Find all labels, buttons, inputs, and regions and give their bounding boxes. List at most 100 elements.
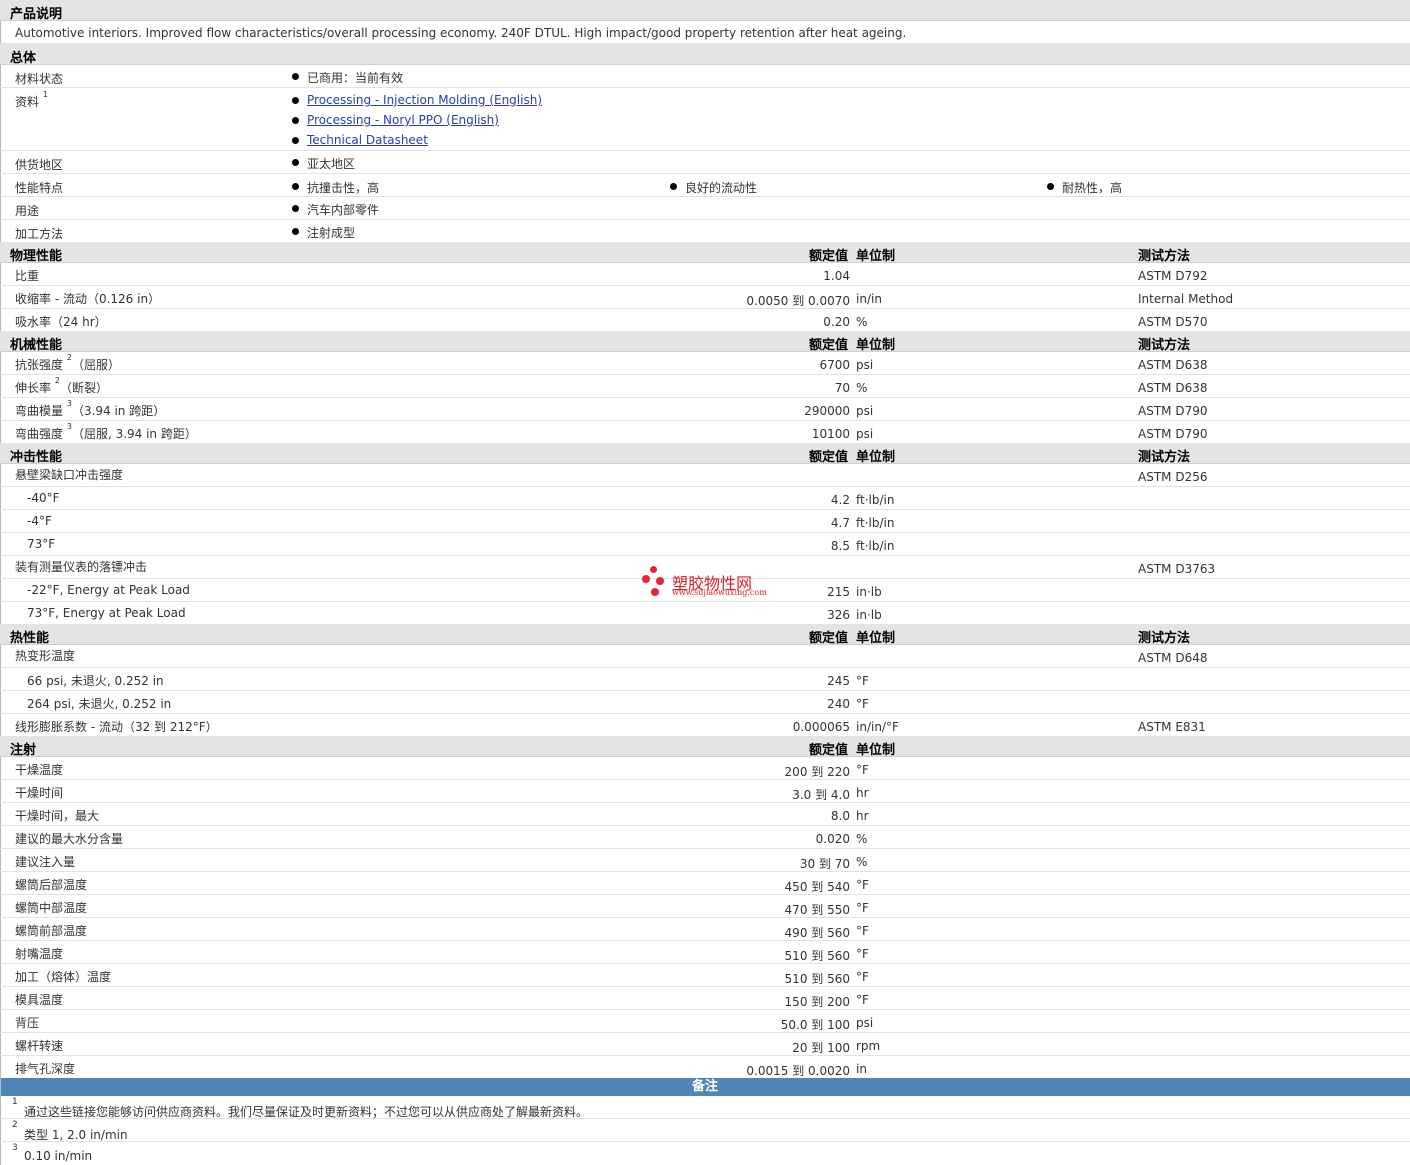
row-unit: in·lb [856, 585, 882, 599]
table-row: -40°F 4.2 ft·lb/in [0, 487, 1410, 510]
description-text: Automotive interiors. Improved flow char… [15, 26, 907, 40]
row-label: 建议注入量 [15, 855, 76, 869]
table-row: 干燥时间，最大 8.0 hr [0, 803, 1410, 826]
row-label: 建议的最大水分含量 [15, 832, 124, 846]
header-value: 额定值 [808, 338, 848, 353]
section-title: 冲击性能 [10, 450, 63, 465]
table-row: -4°F 4.7 ft·lb/in [0, 510, 1410, 533]
row-label: 73°F, Energy at Peak Load [27, 606, 186, 620]
table-row: 背压 50.0 到 100 psi [0, 1010, 1410, 1033]
row-value: 0.020 [815, 832, 850, 846]
general-row-uses: 用途 汽车内部零件 [0, 197, 1410, 220]
row-unit: ft·lb/in [856, 516, 895, 530]
table-row: 排气孔深度 0.0015 到 0.0020 in [0, 1056, 1410, 1078]
row-unit: psi [856, 427, 874, 441]
bullet-text: 耐热性，高 [1062, 181, 1123, 195]
header-unit: 单位制 [856, 743, 896, 758]
row-label: 66 psi, 未退火, 0.252 in [27, 674, 164, 688]
table-row: 264 psi, 未退火, 0.252 in 240 °F [0, 691, 1410, 714]
row-unit: hr [856, 786, 869, 800]
row-label: 螺杆转速 [15, 1039, 64, 1053]
row-unit: °F [856, 878, 869, 892]
logo-dot [656, 577, 664, 585]
row-unit: °F [856, 993, 869, 1007]
logo-dot [642, 575, 650, 583]
table-row: 弯曲模量 3（3.94 in 跨距） 290000 psi ASTM D790 [0, 398, 1410, 421]
note-text: 通过这些链接您能够访问供应商资料。我们尽量保证及时更新资料；不过您可以从供应商处… [24, 1105, 589, 1119]
bullet-text: 已商用：当前有效 [307, 71, 404, 85]
row-label: 螺筒前部温度 [15, 924, 88, 938]
row-value: 50.0 到 100 [780, 1018, 850, 1032]
row-label: 加工方法 [15, 227, 64, 241]
row-value: 4.2 [830, 493, 850, 507]
header-value: 额定值 [808, 631, 848, 646]
row-unit: in/in/°F [856, 720, 899, 734]
section-title: 注射 [10, 743, 37, 758]
datasheet-page: 产品说明 Automotive interiors. Improved flow… [0, 0, 1410, 1165]
row-label: -4°F [27, 514, 52, 528]
table-row: 73°F, Energy at Peak Load 326 in·lb [0, 602, 1410, 624]
row-label: 线形膨胀系数 - 流动（32 到 212°F） [15, 720, 218, 734]
row-label: 装有测量仪表的落镖冲击 [15, 560, 148, 574]
row-unit: hr [856, 809, 869, 823]
section-header-general: 总体 [0, 44, 1410, 66]
row-unit: ft·lb/in [856, 493, 895, 507]
table-row: 弯曲强度 3（屈服, 3.94 in 跨距） 10100 psi ASTM D7… [0, 421, 1410, 443]
section-title: 物理性能 [10, 249, 63, 264]
general-row-availability: 供货地区 亚太地区 [0, 151, 1410, 174]
row-label: 伸长率 2（断裂） [15, 376, 108, 395]
row-method: Internal Method [1138, 292, 1234, 306]
header-method: 测试方法 [1138, 249, 1191, 264]
bullet-icon [292, 117, 299, 124]
row-value: 326 [827, 608, 850, 622]
note-item: 3 0.10 in/min [0, 1142, 1410, 1164]
bullet-icon [292, 97, 299, 104]
row-value: 8.5 [830, 539, 850, 553]
row-unit: % [856, 381, 868, 395]
table-row: 螺筒中部温度 470 到 550 °F [0, 895, 1410, 918]
row-value: 4.7 [830, 516, 850, 530]
row-unit: in·lb [856, 608, 882, 622]
row-label: 干燥温度 [15, 763, 64, 777]
note-item: 2 类型 1, 2.0 in/min [0, 1119, 1410, 1142]
row-label: 73°F [27, 537, 56, 551]
row-label: 抗张强度 2（屈服） [15, 353, 120, 372]
table-row: 线形膨胀系数 - 流动（32 到 212°F） 0.000065 in/in/°… [0, 714, 1410, 736]
row-unit: rpm [856, 1039, 881, 1053]
section-header-mechanical: 机械性能 额定值 单位制 测试方法 [0, 331, 1410, 353]
header-unit: 单位制 [856, 631, 896, 646]
row-method: ASTM D648 [1138, 651, 1208, 665]
link-injection-molding[interactable]: Processing - Injection Molding (English) [307, 93, 542, 107]
row-label: 热变形温度 [15, 649, 76, 663]
row-unit: °F [856, 970, 869, 984]
table-row: 66 psi, 未退火, 0.252 in 245 °F [0, 668, 1410, 691]
row-unit: °F [856, 901, 869, 915]
row-label: 吸水率（24 hr） [15, 315, 107, 329]
row-value: 470 到 550 [784, 903, 850, 917]
row-label: 射嘴温度 [15, 947, 64, 961]
link-noryl-ppo[interactable]: Processing - Noryl PPO (English) [307, 113, 499, 127]
row-method: ASTM D256 [1138, 470, 1208, 484]
link-technical-datasheet[interactable]: Technical Datasheet [307, 133, 428, 147]
header-value: 额定值 [808, 249, 848, 264]
row-value: 0.0015 到 0.0020 [746, 1064, 850, 1078]
section-title: 热性能 [10, 631, 50, 646]
row-unit: °F [856, 947, 869, 961]
note-number: 3 [12, 1143, 18, 1153]
row-label: 排气孔深度 [15, 1062, 76, 1076]
row-unit: °F [856, 924, 869, 938]
row-label: 弯曲模量 3（3.94 in 跨距） [15, 399, 166, 418]
bullet-icon [292, 159, 299, 166]
row-unit: °F [856, 674, 869, 688]
header-method: 测试方法 [1138, 450, 1191, 465]
row-label: 用途 [15, 204, 40, 218]
bullet-icon [292, 228, 299, 235]
table-row: 建议注入量 30 到 70% [0, 849, 1410, 872]
row-value: 3.0 到 4.0 [792, 788, 850, 802]
logo-dot [651, 588, 659, 596]
section-header-description: 产品说明 [0, 0, 1410, 22]
row-value: 0.0050 到 0.0070 [746, 294, 850, 308]
row-method: ASTM D570 [1138, 315, 1208, 329]
bullet-text: 抗撞击性，高 [307, 181, 380, 195]
note-number: 2 [12, 1120, 18, 1130]
